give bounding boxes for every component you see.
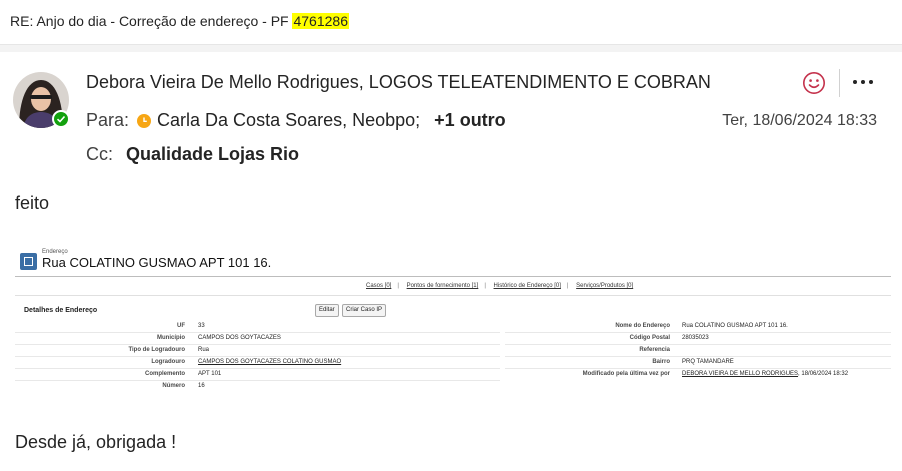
field-label: Modificado pela última vez por [582, 371, 670, 377]
body-text: feito [15, 193, 50, 213]
sender-name[interactable]: Debora Vieira De Mello Rodrigues, LOGOS … [86, 72, 711, 93]
related-link[interactable]: Serviços/Produtos [0] [576, 283, 633, 289]
smiley-icon[interactable] [802, 71, 826, 95]
field-value: 33 [198, 323, 205, 329]
recipient-names[interactable]: Carla Da Costa Soares, Neobpo; [157, 110, 420, 131]
field-label: Número [162, 383, 185, 389]
body-text: Desde já, obrigada ! [15, 432, 177, 452]
row-divider [15, 356, 500, 357]
record-title: Rua COLATINO GUSMAO APT 101 16. [42, 255, 272, 270]
row-divider [15, 344, 500, 345]
subject-text: RE: Anjo do dia - Correção de endereço -… [10, 13, 293, 29]
divider [15, 295, 891, 296]
address-record-icon [20, 253, 37, 270]
more-icon[interactable] [853, 80, 873, 86]
cc-recipient[interactable]: Qualidade Lojas Rio [126, 144, 299, 164]
subject-highlight: 4761286 [292, 13, 349, 29]
to-row: Para: Carla Da Costa Soares, Neobpo; +1 … [86, 110, 506, 131]
field-value: Rua [198, 347, 210, 353]
related-link[interactable]: Pontos de fornecimento [1] [407, 283, 479, 289]
to-label: Para: [86, 110, 130, 130]
field-label: Tipo de Logradouro [128, 347, 185, 353]
cc-row: Cc: Qualidade Lojas Rio [86, 144, 299, 165]
field-label: Complemento [144, 371, 185, 377]
field-label: Código Postal [629, 335, 670, 341]
presence-check-icon [52, 110, 70, 128]
row-divider [505, 332, 891, 333]
field-value: CAMPOS DOS GOYTACAZES [198, 335, 281, 341]
field-value: DEBORA VIEIRA DE MELLO RODRIGUES, 18/06/… [682, 371, 848, 377]
row-divider [15, 332, 500, 333]
row-divider [505, 344, 891, 345]
field-value[interactable]: CAMPOS DOS GOYTACAZES COLATINO GUSMAO [198, 359, 341, 365]
divider [0, 45, 902, 52]
field-label: Nome do Endereço [615, 323, 670, 329]
toolbar-divider [839, 69, 840, 97]
field-label: Referencia [639, 347, 670, 353]
edit-button[interactable]: Editar [315, 304, 339, 317]
clock-icon [137, 113, 152, 128]
related-link[interactable]: Casos [0] [366, 283, 391, 289]
row-divider [15, 380, 500, 381]
subject-line: RE: Anjo do dia - Correção de endereço -… [10, 13, 349, 29]
field-value: PRQ TAMANDARE [682, 359, 734, 365]
modified-date: , 18/06/2024 18:32 [798, 371, 849, 377]
field-label: Logradouro [151, 359, 185, 365]
row-divider [505, 368, 891, 369]
field-value: Rua COLATINO GUSMAO APT 101 16. [682, 323, 788, 329]
field-value: 16 [198, 383, 205, 389]
message-date: Ter, 18/06/2024 18:33 [722, 112, 877, 129]
more-recipients-button[interactable]: +1 outro [434, 110, 506, 131]
modified-by-link[interactable]: DEBORA VIEIRA DE MELLO RODRIGUES [682, 371, 798, 377]
field-value: 28035023 [682, 335, 709, 341]
divider [15, 276, 891, 277]
subject-bar: RE: Anjo do dia - Correção de endereço -… [0, 0, 902, 45]
field-label: Município [157, 335, 185, 341]
create-case-button[interactable]: Criar Caso IP [342, 304, 387, 317]
cc-label: Cc: [86, 144, 113, 164]
embedded-screenshot: Endereço Rua COLATINO GUSMAO APT 101 16.… [15, 245, 891, 395]
field-label: UF [177, 323, 185, 329]
row-divider [505, 356, 891, 357]
field-value: APT 101 [198, 371, 222, 377]
related-link[interactable]: Histórico de Endereço [0] [494, 283, 561, 289]
field-label: Bairro [652, 359, 670, 365]
section-title: Detalhes de Endereço [24, 307, 98, 314]
related-links: Casos [0] | Pontos de fornecimento [1] | H… [366, 283, 634, 289]
row-divider [15, 368, 500, 369]
